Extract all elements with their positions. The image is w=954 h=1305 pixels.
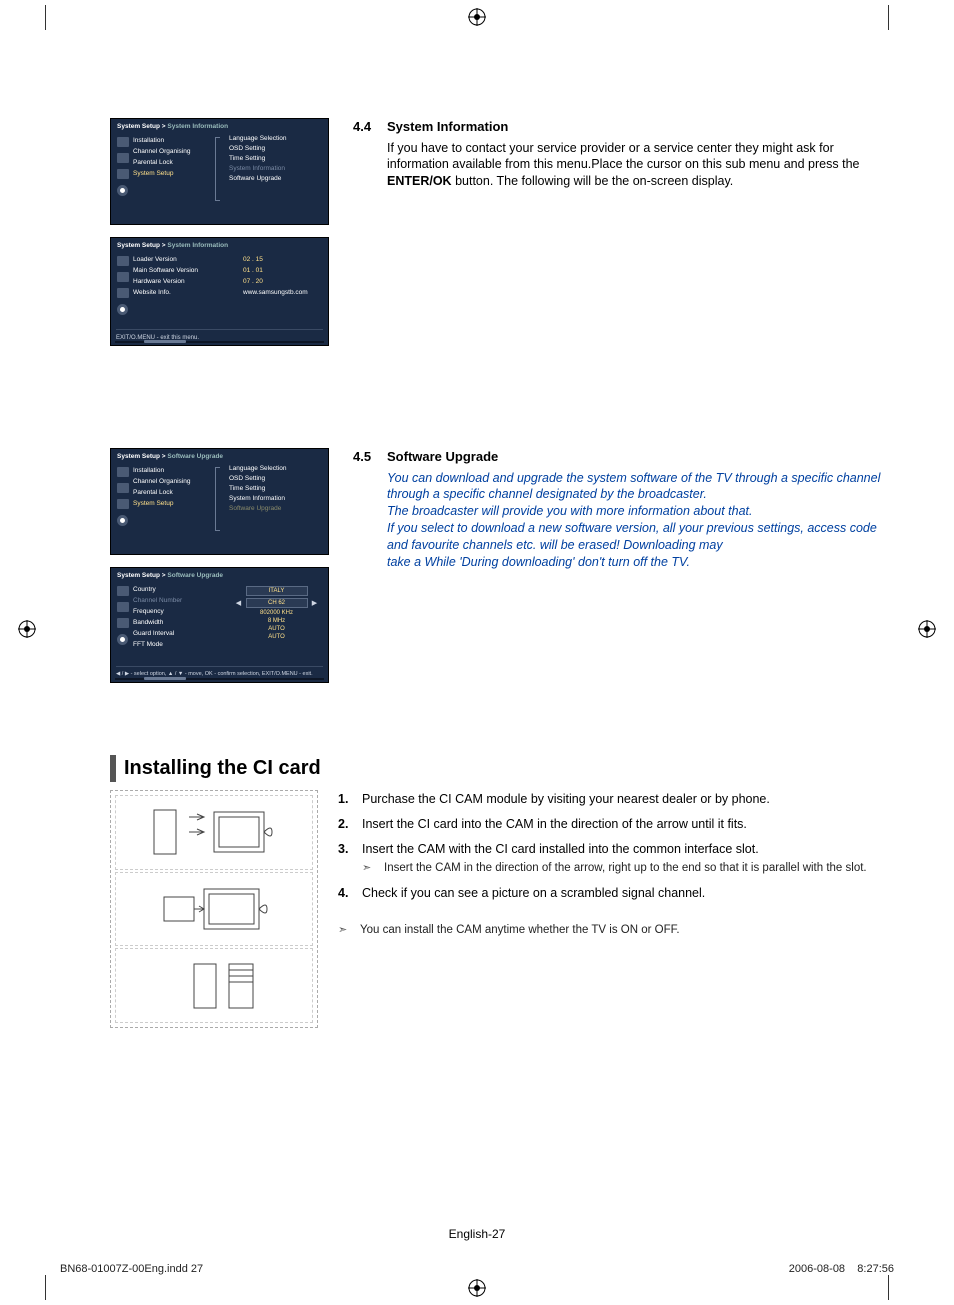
footnote: You can install the CAM anytime whether … [360, 922, 680, 939]
menu-item: Installation [133, 137, 217, 144]
breadcrumb: System Setup > System Information [111, 119, 328, 133]
menu-item: Parental Lock [133, 489, 217, 496]
illustration-step [115, 872, 313, 947]
info-value: 02 . 15 [243, 256, 322, 263]
tv-menu-system-information: System Setup > System Information Instal… [110, 118, 329, 225]
tool-icon [117, 467, 129, 477]
tv-menu-system-info-values: System Setup > System Information Loader… [110, 237, 329, 346]
lock-icon [117, 288, 129, 298]
note-arrow-icon: ➣ [338, 922, 356, 939]
submenu-item-active: System Information [229, 165, 322, 172]
breadcrumb-sub: System Information [167, 123, 228, 130]
channel-icon [117, 602, 129, 612]
step-item: 1.Purchase the CI CAM module by visiting… [338, 790, 894, 809]
option-value-row: ITALY [229, 586, 324, 596]
submenu-item: Time Setting [229, 485, 322, 492]
illustration-ci-card [110, 790, 318, 1028]
option-label: Bandwidth [133, 619, 229, 626]
lock-icon [117, 169, 129, 179]
menu-item: Installation [133, 467, 217, 474]
right-arrow-icon: ▶ [311, 599, 319, 607]
gear-icon [117, 304, 128, 315]
tv-menu-software-upgrade: System Setup > Software Upgrade Installa… [110, 448, 329, 555]
channel-icon [117, 272, 129, 282]
breadcrumb-root: System Setup > [117, 242, 166, 249]
info-label: Hardware Version [133, 278, 243, 285]
section-number: 4.4 [353, 118, 387, 136]
submenu-item: OSD Setting [229, 475, 322, 482]
section-title: Software Upgrade [387, 449, 498, 464]
tool-icon [117, 256, 129, 266]
gear-icon [117, 634, 128, 645]
info-value: 01 . 01 [243, 267, 322, 274]
step-item: 4.Check if you can see a picture on a sc… [338, 884, 894, 903]
submenu-item: System Information [229, 495, 322, 502]
breadcrumb-root: System Setup > [117, 453, 166, 460]
gear-icon [117, 185, 128, 196]
page-number: English-27 [0, 1227, 954, 1241]
menu-item-selected: System Setup [133, 500, 217, 507]
info-value: www.samsungstb.com [243, 289, 322, 296]
footer-date: 2006-08-08 [789, 1263, 845, 1275]
breadcrumb-sub: Software Upgrade [167, 453, 223, 460]
menu-item: Parental Lock [133, 159, 217, 166]
warning-paragraph: You can download and upgrade the system … [353, 470, 894, 571]
option-label: Guard Interval [133, 630, 229, 637]
illustration-step [115, 795, 313, 870]
paragraph: If you have to contact your service prov… [353, 140, 894, 191]
option-value-row: ◀CH 62▶ [229, 598, 324, 608]
step-item: 3. Insert the CAM with the CI card insta… [338, 840, 894, 878]
submenu-item: Language Selection [229, 135, 322, 142]
option-value: 8 MHz [229, 618, 324, 624]
breadcrumb-root: System Setup > [117, 572, 166, 579]
option-value: CH 62 [246, 598, 308, 608]
section-title: System Information [387, 119, 508, 134]
option-label: Channel Number [133, 597, 229, 604]
tool-icon [117, 586, 129, 596]
footer-filename: BN68-01007Z-00Eng.indd 27 [60, 1263, 203, 1275]
left-arrow-icon: ◀ [235, 599, 243, 607]
submenu-item: Software Upgrade [229, 175, 322, 182]
option-label: Country [133, 586, 229, 593]
note-arrow-icon: ➣ [362, 860, 380, 877]
info-label: Main Software Version [133, 267, 243, 274]
footer-time: 8:27:56 [857, 1263, 894, 1275]
gear-icon [117, 515, 128, 526]
menu-item-selected: System Setup [133, 170, 217, 177]
option-label: Frequency [133, 608, 229, 615]
breadcrumb: System Setup > System Information [111, 238, 328, 252]
lock-icon [117, 618, 129, 628]
section-heading: 4.5Software Upgrade [353, 448, 894, 466]
tool-icon [117, 137, 129, 147]
info-value: 07 . 20 [243, 278, 322, 285]
channel-icon [117, 153, 129, 163]
submenu-item: Time Setting [229, 155, 322, 162]
step-item: 2.Insert the CI card into the CAM in the… [338, 815, 894, 834]
breadcrumb-sub: Software Upgrade [167, 572, 223, 579]
breadcrumb-root: System Setup > [117, 123, 166, 130]
submenu-item: OSD Setting [229, 145, 322, 152]
option-value: AUTO [229, 626, 324, 632]
lock-icon [117, 499, 129, 509]
step-subnote: Insert the CAM in the direction of the a… [384, 860, 867, 877]
option-label: FFT Mode [133, 641, 229, 648]
submenu-item: Language Selection [229, 465, 322, 472]
menu-item: Channel Organising [133, 148, 217, 155]
section-number: 4.5 [353, 448, 387, 466]
tv-menu-software-upgrade-options: System Setup > Software Upgrade Country C… [110, 567, 329, 683]
breadcrumb: System Setup > Software Upgrade [111, 568, 328, 582]
menu-item: Channel Organising [133, 478, 217, 485]
option-value: 802000 KHz [229, 610, 324, 616]
option-value: ITALY [246, 586, 308, 596]
channel-icon [117, 483, 129, 493]
section-heading: 4.4System Information [353, 118, 894, 136]
submenu-item-active: Software Upgrade [229, 505, 322, 512]
info-label: Website Info. [133, 289, 243, 296]
breadcrumb: System Setup > Software Upgrade [111, 449, 328, 463]
option-value: AUTO [229, 634, 324, 640]
breadcrumb-sub: System Information [167, 242, 228, 249]
heading-installing-ci-card: Installing the CI card [110, 755, 894, 782]
illustration-step [115, 948, 313, 1023]
info-label: Loader Version [133, 256, 243, 263]
